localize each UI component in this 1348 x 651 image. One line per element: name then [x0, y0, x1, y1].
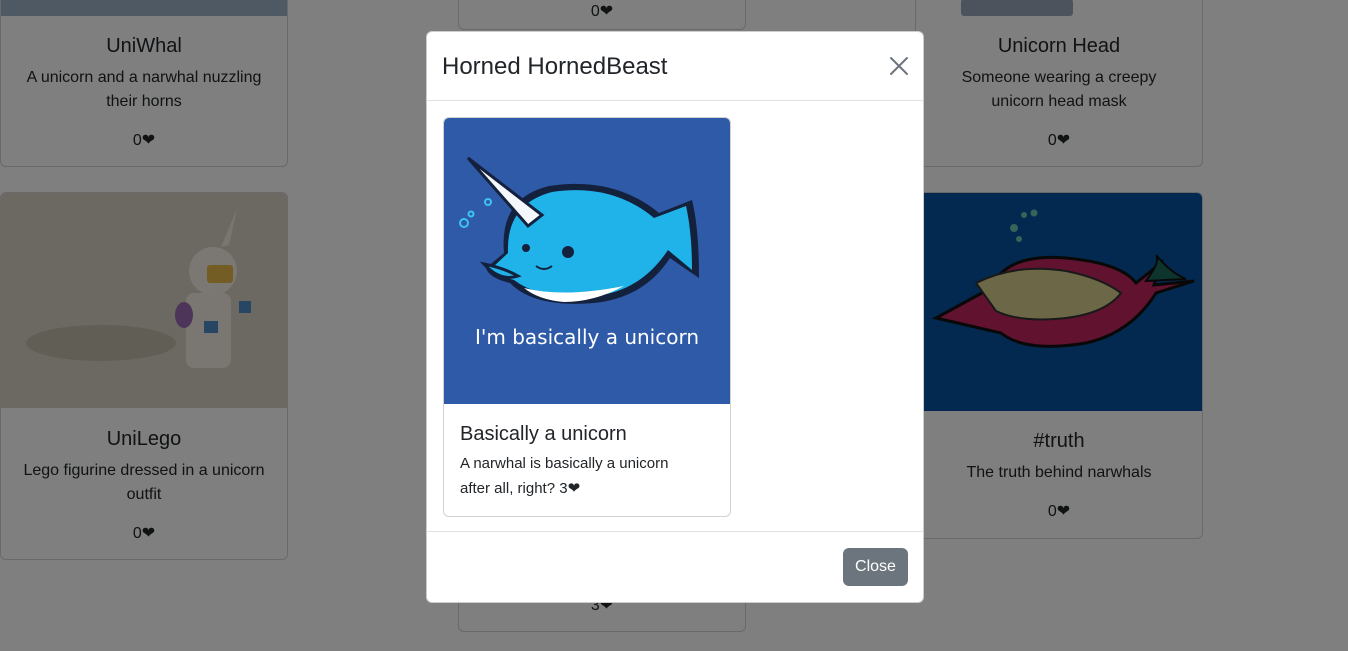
modal-footer: Close	[427, 531, 923, 602]
beast-modal: Horned HornedBeast I'm basically a unico…	[426, 31, 924, 603]
close-button[interactable]: Close	[843, 548, 908, 586]
heart-icon: ❤	[567, 479, 581, 497]
image-caption: I'm basically a unicorn	[475, 325, 699, 349]
selected-beast-card: I'm basically a unicorn Basically a unic…	[443, 117, 731, 517]
selected-card-description: A narwhal is basically a unicorn after a…	[460, 455, 669, 497]
selected-card-title: Basically a unicorn	[460, 423, 627, 445]
modal-close-button[interactable]	[887, 54, 911, 78]
close-icon	[890, 57, 908, 75]
modal-body: I'm basically a unicorn Basically a unic…	[427, 101, 923, 533]
modal-title: Horned HornedBeast	[442, 53, 668, 80]
modal-header: Horned HornedBeast	[427, 32, 923, 101]
narwhal-image: I'm basically a unicorn	[444, 118, 730, 404]
